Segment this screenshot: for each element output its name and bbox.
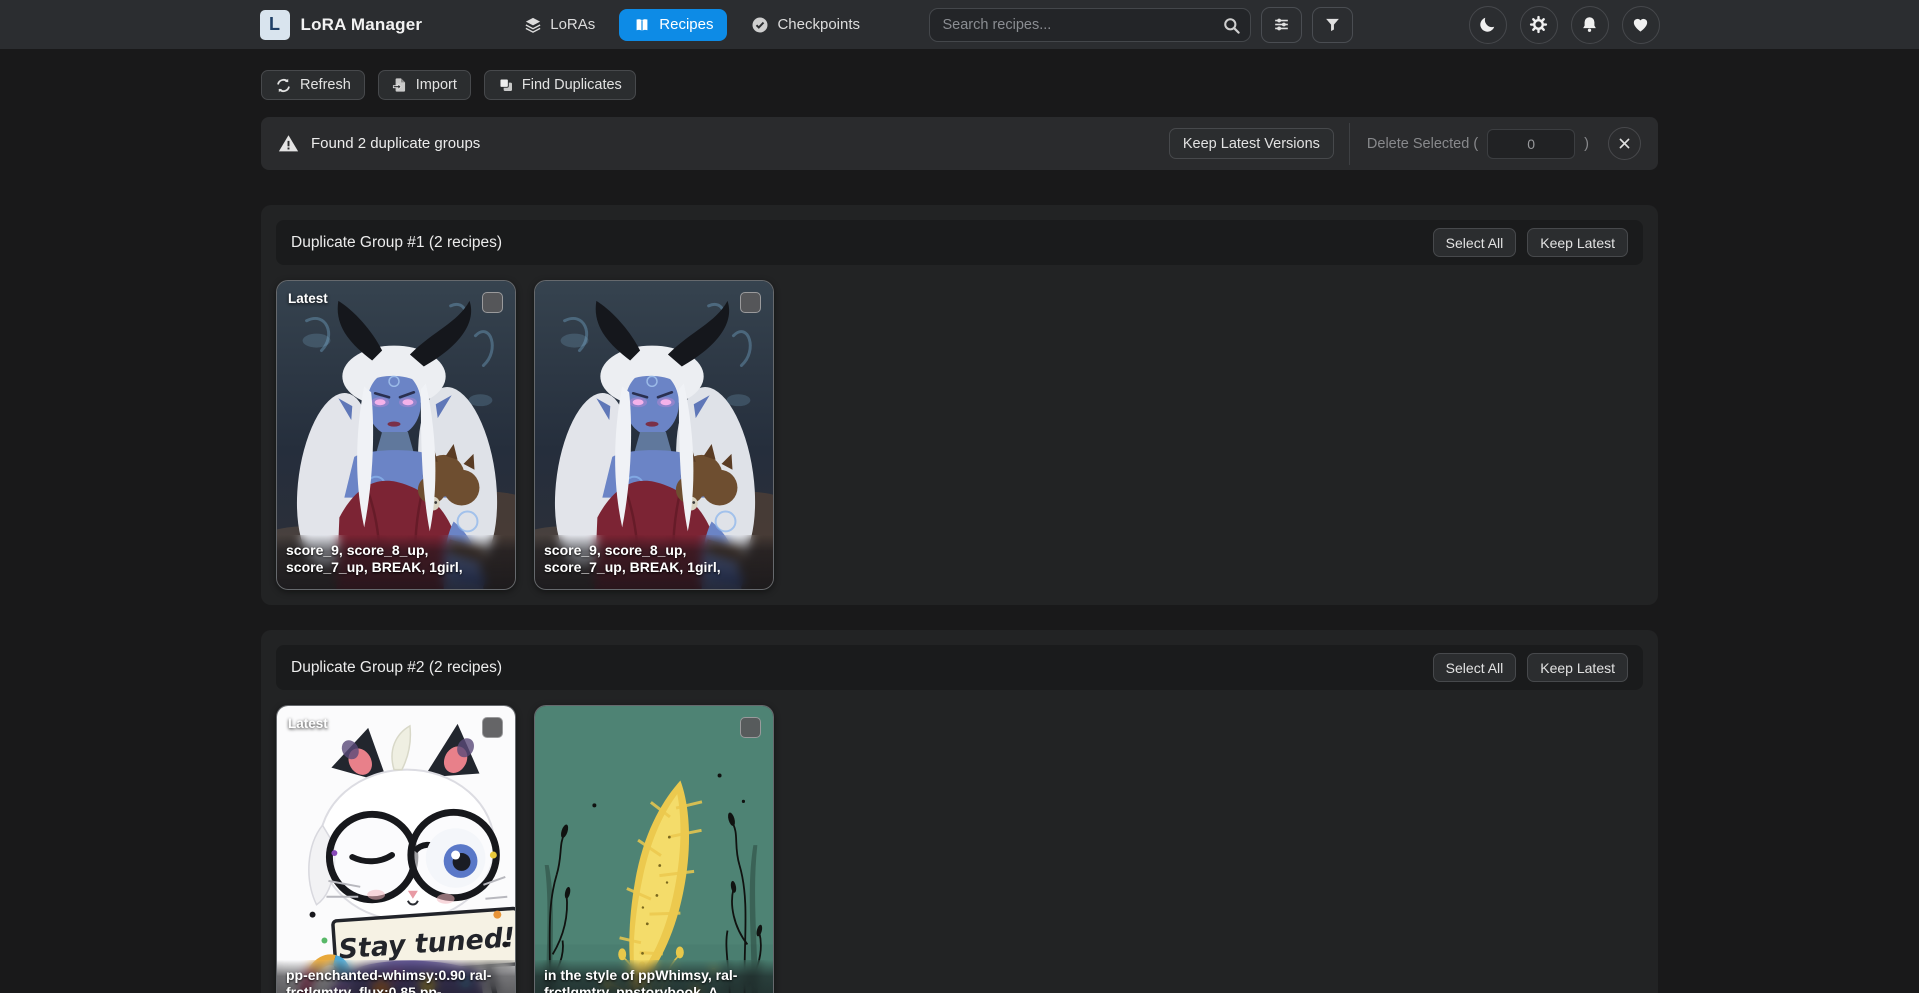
group-2-select-all-button[interactable]: Select All: [1433, 653, 1517, 682]
keep-latest-versions-button[interactable]: Keep Latest Versions: [1169, 128, 1334, 159]
group-1-cards: Latest score_9, score_8_up, score_7_up, …: [276, 280, 1643, 590]
find-duplicates-label: Find Duplicates: [522, 77, 622, 93]
theme-toggle-button[interactable]: [1469, 6, 1507, 44]
delete-selected-suffix: ): [1584, 136, 1589, 152]
find-duplicates-button[interactable]: Find Duplicates: [484, 70, 636, 100]
recipe-image-yellow-feather: [535, 706, 773, 993]
book-icon: [633, 16, 651, 34]
group-2-header: Duplicate Group #2 (2 recipes) Select Al…: [276, 645, 1643, 690]
search-input[interactable]: [929, 8, 1251, 42]
latest-badge: Latest: [288, 716, 328, 731]
bell-icon: [1580, 15, 1599, 34]
recipe-card[interactable]: Latest score_9, score_8_up, score_7_up, …: [276, 280, 516, 590]
recipe-image-cat-stay-tuned: [277, 706, 515, 993]
search-icon[interactable]: [1222, 16, 1241, 35]
group-1-header: Duplicate Group #1 (2 recipes) Select Al…: [276, 220, 1643, 265]
settings-button[interactable]: [1520, 6, 1558, 44]
nav-tab-label: LoRAs: [550, 16, 595, 33]
import-button[interactable]: Import: [378, 70, 471, 100]
recipe-caption: in the style of ppWhimsy, ral-frctlgmtry…: [535, 960, 773, 993]
warning-icon: [278, 133, 299, 154]
close-icon: [1617, 136, 1632, 151]
nav-tab-recipes[interactable]: Recipes: [619, 9, 727, 41]
recipe-caption: score_9, score_8_up, score_7_up, BREAK, …: [277, 535, 515, 589]
latest-badge: Latest: [288, 291, 328, 306]
recipe-checkbox[interactable]: [482, 717, 503, 738]
logo-letter: L: [269, 14, 280, 35]
search-box: [929, 8, 1251, 42]
group-1-keep-latest-button[interactable]: Keep Latest: [1527, 228, 1628, 257]
group-2-title: Duplicate Group #2 (2 recipes): [291, 659, 502, 677]
brand[interactable]: L LoRA Manager: [260, 10, 423, 40]
app-logo: L: [260, 10, 290, 40]
nav-tab-label: Recipes: [659, 16, 713, 33]
refresh-icon: [275, 77, 292, 94]
delete-selected-group: Delete Selected ( ): [1349, 123, 1589, 165]
filter-button[interactable]: [1312, 7, 1353, 43]
recipes-toolbar: Refresh Import Find Duplicates: [261, 70, 1658, 100]
notifications-button[interactable]: [1571, 6, 1609, 44]
sort-options-button[interactable]: [1261, 7, 1302, 43]
banner-message: Found 2 duplicate groups: [278, 133, 480, 154]
gear-icon: [1529, 15, 1548, 34]
duplicates-icon: [498, 77, 514, 93]
main-nav: LoRAs Recipes Checkpoints: [510, 9, 874, 41]
recipe-caption: pp-enchanted-whimsy:0.90 ral-frctlgmtry_…: [277, 960, 515, 993]
sliders-icon: [1272, 15, 1291, 34]
heart-icon: [1631, 15, 1650, 34]
recipe-checkbox[interactable]: [740, 717, 761, 738]
app-title: LoRA Manager: [301, 15, 423, 35]
duplicates-banner: Found 2 duplicate groups Keep Latest Ver…: [261, 117, 1658, 170]
nav-tab-label: Checkpoints: [777, 16, 860, 33]
banner-text: Found 2 duplicate groups: [311, 135, 480, 152]
refresh-label: Refresh: [300, 77, 351, 93]
recipe-checkbox[interactable]: [740, 292, 761, 313]
nav-tab-checkpoints[interactable]: Checkpoints: [737, 9, 874, 41]
recipe-card[interactable]: in the style of ppWhimsy, ral-frctlgmtry…: [534, 705, 774, 993]
layers-icon: [524, 16, 542, 34]
main-content: Refresh Import Find Duplicates Found 2 d…: [261, 70, 1658, 993]
group-1-select-all-button[interactable]: Select All: [1433, 228, 1517, 257]
delete-selected-prefix: Delete Selected (: [1367, 136, 1478, 152]
recipe-card[interactable]: score_9, score_8_up, score_7_up, BREAK, …: [534, 280, 774, 590]
group-2-cards: Latest pp-enchanted-whimsy:0.90 ral-frct…: [276, 705, 1643, 993]
support-button[interactable]: [1622, 6, 1660, 44]
funnel-icon: [1324, 16, 1341, 33]
group-2-keep-latest-button[interactable]: Keep Latest: [1527, 653, 1628, 682]
recipe-caption: score_9, score_8_up, score_7_up, BREAK, …: [535, 535, 773, 589]
moon-icon: [1478, 15, 1497, 34]
recipe-checkbox[interactable]: [482, 292, 503, 313]
duplicate-group-1: Duplicate Group #1 (2 recipes) Select Al…: [261, 205, 1658, 605]
delete-count-input[interactable]: [1487, 129, 1575, 159]
nav-right-controls: [1469, 6, 1660, 44]
nav-tab-loras[interactable]: LoRAs: [510, 9, 609, 41]
import-label: Import: [416, 77, 457, 93]
refresh-button[interactable]: Refresh: [261, 70, 365, 100]
top-navbar: L LoRA Manager LoRAs Recipes Checkpoi: [0, 0, 1919, 49]
file-import-icon: [392, 77, 408, 93]
recipe-card[interactable]: Latest pp-enchanted-whimsy:0.90 ral-frct…: [276, 705, 516, 993]
check-circle-icon: [751, 16, 769, 34]
group-1-title: Duplicate Group #1 (2 recipes): [291, 234, 502, 252]
duplicate-group-2: Duplicate Group #2 (2 recipes) Select Al…: [261, 630, 1658, 993]
close-banner-button[interactable]: [1608, 127, 1641, 160]
